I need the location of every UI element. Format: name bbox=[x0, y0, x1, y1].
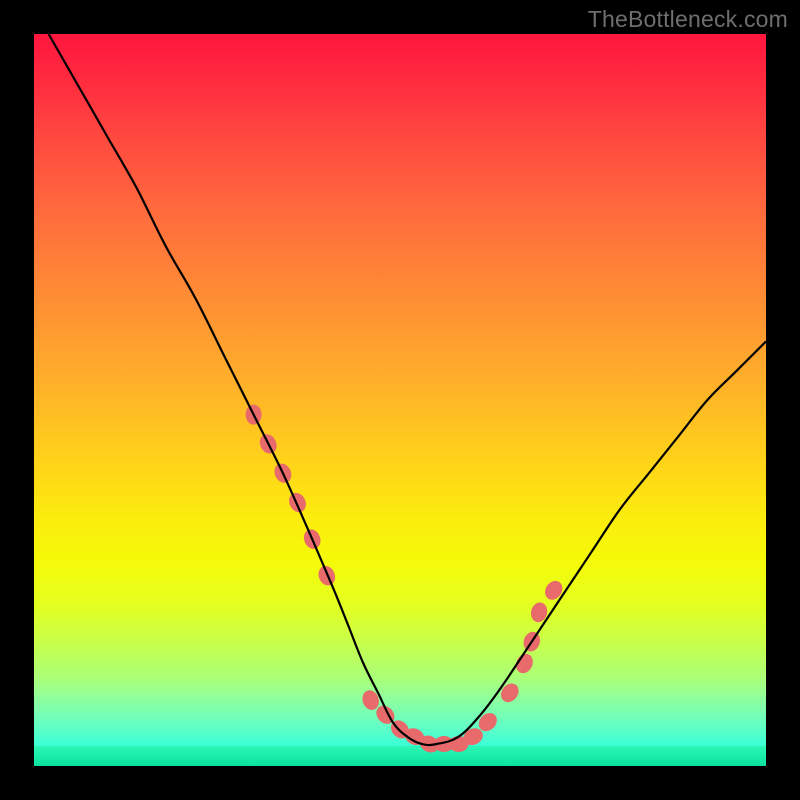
curve-marker bbox=[286, 490, 309, 515]
marker-group bbox=[246, 405, 566, 756]
curve-layer bbox=[34, 34, 766, 766]
chart-frame: TheBottleneck.com bbox=[0, 0, 800, 800]
bottleneck-curve-path bbox=[49, 34, 766, 745]
curve-marker bbox=[541, 578, 565, 604]
watermark-text: TheBottleneck.com bbox=[588, 6, 788, 33]
plot-area bbox=[34, 34, 766, 766]
curve-marker bbox=[497, 680, 522, 706]
